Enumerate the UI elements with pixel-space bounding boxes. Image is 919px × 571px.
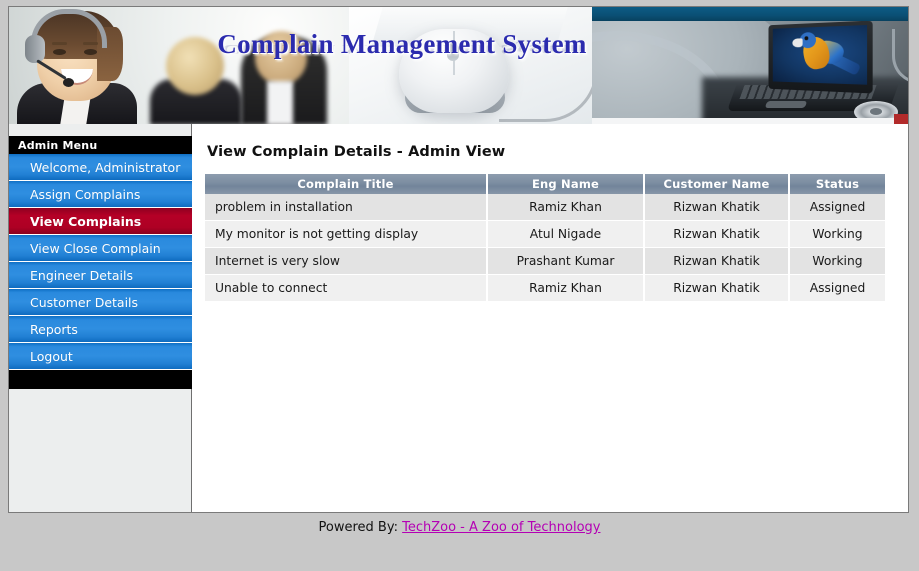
cell-complain-title: Unable to connect [205, 274, 488, 302]
admin-menu-header: Admin Menu [9, 136, 192, 154]
column-header-customer-name: Customer Name [644, 174, 790, 194]
sidebar: Admin Menu Welcome, Administrator Assign… [9, 124, 192, 512]
cell-customer-name: Rizwan Khatik [644, 194, 790, 221]
table-header-row: Complain Title Eng Name Customer Name St… [205, 174, 885, 194]
cell-eng-name: Ramiz Khan [487, 194, 645, 221]
cell-complain-title: My monitor is not getting display [205, 220, 488, 248]
cell-customer-name: Rizwan Khatik [644, 247, 790, 275]
table-row: Internet is very slow Prashant Kumar Riz… [205, 247, 885, 275]
page-title: View Complain Details - Admin View [207, 144, 506, 160]
sidebar-item-customer-details[interactable]: Customer Details [9, 289, 192, 316]
laptop-photo [592, 21, 908, 124]
sidebar-menu: Admin Menu Welcome, Administrator Assign… [9, 136, 192, 389]
call-center-photo [9, 7, 349, 124]
cell-eng-name: Prashant Kumar [487, 247, 645, 275]
sidebar-item-view-complains[interactable]: View Complains [9, 208, 192, 235]
cell-complain-title: Internet is very slow [205, 247, 488, 275]
sidebar-item-engineer-details[interactable]: Engineer Details [9, 262, 192, 289]
sidebar-bottom-bar [9, 370, 192, 389]
computer-mouse-photo [349, 7, 592, 124]
body-row: Admin Menu Welcome, Administrator Assign… [9, 124, 908, 512]
table-row: problem in installation Ramiz Khan Rizwa… [205, 194, 885, 221]
cell-status: Assigned [789, 274, 885, 302]
sidebar-item-assign-complains[interactable]: Assign Complains [9, 181, 192, 208]
cell-status: Assigned [789, 194, 885, 221]
cell-complain-title: problem in installation [205, 194, 488, 221]
site-title: Complain Management System [217, 29, 587, 59]
cell-eng-name: Ramiz Khan [487, 274, 645, 302]
complain-details-table: Complain Title Eng Name Customer Name St… [205, 174, 885, 302]
sidebar-item-reports[interactable]: Reports [9, 316, 192, 343]
cell-customer-name: Rizwan Khatik [644, 220, 790, 248]
page-container: Complain Management System Complain Mana… [8, 6, 909, 513]
column-header-status: Status [789, 174, 885, 194]
site-header-banner: Complain Management System Complain Mana… [9, 7, 908, 124]
sidebar-item-view-close-complain[interactable]: View Close Complain [9, 235, 192, 262]
footer: Powered By: TechZoo - A Zoo of Technolog… [0, 520, 919, 535]
cell-status: Working [789, 247, 885, 275]
table-row: Unable to connect Ramiz Khan Rizwan Khat… [205, 274, 885, 302]
main-content: View Complain Details - Admin View Compl… [192, 124, 908, 512]
table-row: My monitor is not getting display Atul N… [205, 220, 885, 248]
cell-status: Working [789, 220, 885, 248]
footer-techzoo-link[interactable]: TechZoo - A Zoo of Technology [402, 520, 600, 535]
footer-powered-by-label: Powered By: [318, 520, 398, 535]
column-header-complain-title: Complain Title [205, 174, 488, 194]
column-header-eng-name: Eng Name [487, 174, 645, 194]
cell-customer-name: Rizwan Khatik [644, 274, 790, 302]
sidebar-item-welcome[interactable]: Welcome, Administrator [9, 154, 192, 181]
cell-eng-name: Atul Nigade [487, 220, 645, 248]
sidebar-item-logout[interactable]: Logout [9, 343, 192, 370]
